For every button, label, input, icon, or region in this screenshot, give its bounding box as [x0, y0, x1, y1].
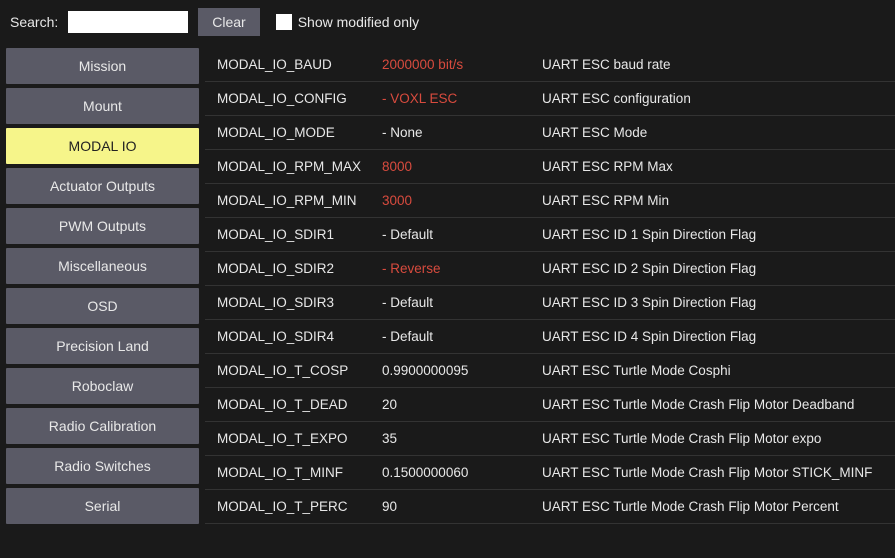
param-value: - Default: [382, 227, 542, 242]
sidebar-item-pwm-outputs[interactable]: PWM Outputs: [6, 208, 199, 244]
sidebar-item-mount[interactable]: Mount: [6, 88, 199, 124]
param-name: MODAL_IO_SDIR1: [217, 227, 382, 242]
param-description: UART ESC Turtle Mode Crash Flip Motor De…: [542, 397, 883, 412]
sidebar-item-label: OSD: [87, 298, 117, 314]
param-name: MODAL_IO_T_EXPO: [217, 431, 382, 446]
param-value: 20: [382, 397, 542, 412]
sidebar-item-label: Mission: [79, 58, 126, 74]
sidebar-item-osd[interactable]: OSD: [6, 288, 199, 324]
sidebar-item-label: Radio Switches: [54, 458, 151, 474]
content: Mission Mount MODAL IO Actuator Outputs PWM …: [0, 44, 895, 558]
topbar: Search: Clear Show modified only: [0, 0, 895, 44]
sidebar-item-label: PWM Outputs: [59, 218, 146, 234]
param-name: MODAL_IO_SDIR4: [217, 329, 382, 344]
show-modified-only-label: Show modified only: [298, 14, 419, 30]
show-modified-only-checkbox[interactable]: [276, 14, 292, 30]
param-row[interactable]: MODAL_IO_SDIR4- DefaultUART ESC ID 4 Spi…: [205, 320, 895, 354]
param-description: UART ESC RPM Max: [542, 159, 883, 174]
sidebar: Mission Mount MODAL IO Actuator Outputs PWM …: [0, 44, 205, 558]
param-name: MODAL_IO_BAUD: [217, 57, 382, 72]
param-name: MODAL_IO_MODE: [217, 125, 382, 140]
param-description: UART ESC configuration: [542, 91, 883, 106]
param-value: - Reverse: [382, 261, 542, 276]
sidebar-item-label: Roboclaw: [72, 378, 133, 394]
param-description: UART ESC ID 2 Spin Direction Flag: [542, 261, 883, 276]
param-name: MODAL_IO_RPM_MAX: [217, 159, 382, 174]
param-value: 8000: [382, 159, 542, 174]
param-value: 35: [382, 431, 542, 446]
param-value: 90: [382, 499, 542, 514]
param-value: - None: [382, 125, 542, 140]
sidebar-item-label: Serial: [85, 498, 121, 514]
param-row[interactable]: MODAL_IO_T_MINF0.1500000060UART ESC Turt…: [205, 456, 895, 490]
sidebar-item-roboclaw[interactable]: Roboclaw: [6, 368, 199, 404]
param-description: UART ESC Turtle Mode Crash Flip Motor ST…: [542, 465, 883, 480]
clear-button[interactable]: Clear: [198, 8, 259, 36]
param-row[interactable]: MODAL_IO_SDIR3- DefaultUART ESC ID 3 Spi…: [205, 286, 895, 320]
param-row[interactable]: MODAL_IO_T_EXPO35UART ESC Turtle Mode Cr…: [205, 422, 895, 456]
param-row[interactable]: MODAL_IO_T_PERC90UART ESC Turtle Mode Cr…: [205, 490, 895, 524]
param-row[interactable]: MODAL_IO_T_COSP0.9900000095UART ESC Turt…: [205, 354, 895, 388]
param-row[interactable]: MODAL_IO_SDIR1- DefaultUART ESC ID 1 Spi…: [205, 218, 895, 252]
param-row[interactable]: MODAL_IO_SDIR2- ReverseUART ESC ID 2 Spi…: [205, 252, 895, 286]
param-description: UART ESC ID 1 Spin Direction Flag: [542, 227, 883, 242]
param-value: 0.1500000060: [382, 465, 542, 480]
param-value: - Default: [382, 329, 542, 344]
param-description: UART ESC Turtle Mode Cosphi: [542, 363, 883, 378]
sidebar-item-miscellaneous[interactable]: Miscellaneous: [6, 248, 199, 284]
sidebar-item-label: Radio Calibration: [49, 418, 156, 434]
param-description: UART ESC Turtle Mode Crash Flip Motor Pe…: [542, 499, 883, 514]
param-row[interactable]: MODAL_IO_T_DEAD20UART ESC Turtle Mode Cr…: [205, 388, 895, 422]
param-description: UART ESC RPM Min: [542, 193, 883, 208]
sidebar-item-label: Mount: [83, 98, 122, 114]
param-value: 0.9900000095: [382, 363, 542, 378]
parameter-list: MODAL_IO_BAUD2000000 bit/sUART ESC baud …: [205, 44, 895, 558]
param-name: MODAL_IO_T_PERC: [217, 499, 382, 514]
show-modified-only-wrap: Show modified only: [276, 14, 419, 30]
sidebar-item-actuator-outputs[interactable]: Actuator Outputs: [6, 168, 199, 204]
sidebar-item-mission[interactable]: Mission: [6, 48, 199, 84]
sidebar-item-label: Miscellaneous: [58, 258, 147, 274]
param-name: MODAL_IO_SDIR3: [217, 295, 382, 310]
param-name: MODAL_IO_T_COSP: [217, 363, 382, 378]
sidebar-item-radio-switches[interactable]: Radio Switches: [6, 448, 199, 484]
param-value: - Default: [382, 295, 542, 310]
param-description: UART ESC Mode: [542, 125, 883, 140]
param-description: UART ESC baud rate: [542, 57, 883, 72]
sidebar-item-serial[interactable]: Serial: [6, 488, 199, 524]
param-name: MODAL_IO_SDIR2: [217, 261, 382, 276]
param-description: UART ESC Turtle Mode Crash Flip Motor ex…: [542, 431, 883, 446]
param-value: 2000000 bit/s: [382, 57, 542, 72]
param-name: MODAL_IO_T_DEAD: [217, 397, 382, 412]
param-description: UART ESC ID 3 Spin Direction Flag: [542, 295, 883, 310]
sidebar-item-label: MODAL IO: [69, 138, 137, 154]
search-input[interactable]: [68, 11, 188, 33]
param-row[interactable]: MODAL_IO_RPM_MIN3000UART ESC RPM Min: [205, 184, 895, 218]
sidebar-item-radio-calibration[interactable]: Radio Calibration: [6, 408, 199, 444]
param-row[interactable]: MODAL_IO_CONFIG- VOXL ESCUART ESC config…: [205, 82, 895, 116]
param-value: - VOXL ESC: [382, 91, 542, 106]
sidebar-item-precision-land[interactable]: Precision Land: [6, 328, 199, 364]
param-description: UART ESC ID 4 Spin Direction Flag: [542, 329, 883, 344]
param-row[interactable]: MODAL_IO_MODE- NoneUART ESC Mode: [205, 116, 895, 150]
param-row[interactable]: MODAL_IO_RPM_MAX8000UART ESC RPM Max: [205, 150, 895, 184]
param-value: 3000: [382, 193, 542, 208]
sidebar-item-label: Precision Land: [56, 338, 149, 354]
param-name: MODAL_IO_CONFIG: [217, 91, 382, 106]
param-row[interactable]: MODAL_IO_BAUD2000000 bit/sUART ESC baud …: [205, 48, 895, 82]
sidebar-item-modal-io[interactable]: MODAL IO: [6, 128, 199, 164]
param-name: MODAL_IO_T_MINF: [217, 465, 382, 480]
param-name: MODAL_IO_RPM_MIN: [217, 193, 382, 208]
search-label: Search:: [10, 14, 58, 30]
sidebar-item-label: Actuator Outputs: [50, 178, 155, 194]
